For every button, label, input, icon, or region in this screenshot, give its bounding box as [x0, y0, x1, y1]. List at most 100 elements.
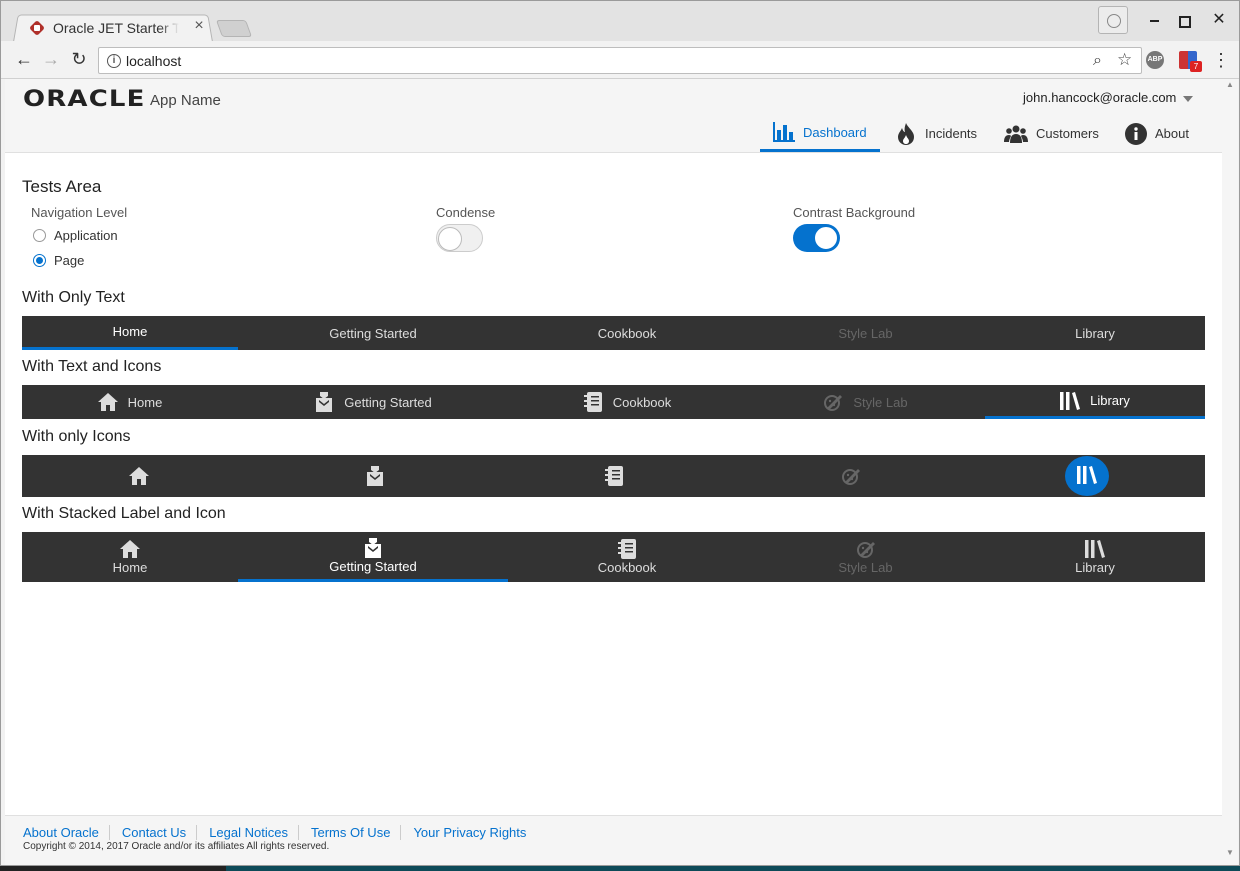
getting-started-icon: [365, 466, 385, 486]
nav-item-home[interactable]: Home: [22, 316, 238, 350]
scroll-down-arrow-icon[interactable]: ▼: [1226, 848, 1234, 857]
footer-link-contact-us[interactable]: Contact Us: [122, 825, 198, 840]
app-header: ORACLE App Name john.hancock@oracle.com …: [5, 79, 1222, 153]
reload-icon[interactable]: ↻: [69, 49, 89, 69]
nav-item-home[interactable]: Home: [22, 532, 238, 582]
bar-chart-icon: [773, 121, 795, 143]
nav-item-label: Home: [127, 394, 163, 410]
section-title-icons-only: With only Icons: [22, 428, 131, 445]
minimize-button[interactable]: [1139, 7, 1169, 33]
nav-item-label: Library: [1090, 393, 1130, 408]
nav-item-home[interactable]: [22, 455, 255, 497]
nav-item-label: Getting Started: [329, 325, 417, 341]
nav-item-label: Cookbook: [612, 394, 672, 410]
section-title-text-only: With Only Text: [22, 289, 125, 306]
radio-application[interactable]: Application: [33, 228, 118, 243]
zoom-icon[interactable]: ⌕: [1093, 52, 1102, 70]
radio-button[interactable]: [33, 229, 46, 242]
condense-label: Condense: [436, 205, 496, 220]
nav-item-getting-started[interactable]: Getting Started: [238, 532, 508, 582]
app-nav-dashboard[interactable]: Dashboard: [760, 115, 880, 152]
maximize-button[interactable]: [1169, 7, 1199, 33]
nav-item-style-lab: Style Lab: [746, 316, 985, 350]
footer-link-about-oracle[interactable]: About Oracle: [23, 825, 110, 840]
footer-link-privacy-rights[interactable]: Your Privacy Rights: [413, 825, 536, 840]
browser-menu-icon[interactable]: ⋮: [1212, 49, 1230, 71]
profile-button[interactable]: [1098, 6, 1128, 34]
nav-item-cookbook[interactable]: Cookbook: [508, 532, 746, 582]
radio-page[interactable]: Page: [33, 253, 84, 268]
app-nav-customers[interactable]: Customers: [1004, 115, 1099, 152]
nav-item-library[interactable]: [969, 455, 1205, 497]
contrast-background-label: Contrast Background: [793, 205, 916, 220]
style-lab-icon: [823, 392, 843, 412]
switch-knob: [814, 226, 838, 250]
switch-knob: [438, 227, 462, 251]
back-arrow-icon[interactable]: ←: [14, 49, 34, 69]
app-nav-label: Dashboard: [803, 124, 867, 140]
radio-button[interactable]: [33, 254, 46, 267]
library-icon: [1060, 391, 1081, 411]
footer-link-terms-of-use[interactable]: Terms Of Use: [311, 825, 402, 840]
nav-item-getting-started[interactable]: Getting Started: [238, 385, 508, 419]
nav-item-home[interactable]: Home: [22, 385, 238, 419]
navbar-icons-only: [22, 455, 1205, 497]
tests-area-title: Tests Area: [22, 177, 102, 196]
library-icon: [1077, 465, 1097, 487]
nav-item-cookbook[interactable]: Cookbook: [508, 385, 746, 419]
address-bar[interactable]: i localhost ⌕ ☆: [98, 47, 1142, 74]
info-icon: [1125, 122, 1147, 145]
scroll-up-arrow-icon[interactable]: ▲: [1226, 80, 1234, 89]
nav-item-style-lab: [733, 455, 969, 497]
navbar-text-icons: Home Getting Started Cookbook Style Lab …: [22, 385, 1205, 419]
cookbook-icon: [617, 539, 637, 559]
app-name: App Name: [150, 92, 221, 109]
oracle-jet-favicon-icon: [29, 20, 45, 36]
nav-item-getting-started[interactable]: [255, 455, 495, 497]
library-selected-circle[interactable]: [1065, 456, 1109, 496]
tab-title: Oracle JET Starter Template: [53, 20, 179, 36]
tab-strip: Oracle JET Starter Template × ✕: [1, 1, 1239, 43]
app-nav-about[interactable]: About: [1125, 115, 1189, 152]
nav-item-label: Cookbook: [597, 560, 657, 575]
cookbook-icon: [583, 392, 603, 412]
nav-item-label: Library: [1075, 325, 1115, 341]
cookbook-icon: [604, 466, 624, 486]
nav-item-library[interactable]: Library: [985, 532, 1205, 582]
nav-item-cookbook[interactable]: Cookbook: [508, 316, 746, 350]
user-menu[interactable]: john.hancock@oracle.com: [1023, 90, 1176, 105]
nav-item-library[interactable]: Library: [985, 385, 1205, 419]
navbar-text-only: Home Getting Started Cookbook Style Lab …: [22, 316, 1205, 350]
nav-item-label: Getting Started: [329, 558, 417, 574]
nav-item-label: Home: [112, 324, 148, 339]
user-menu-caret-icon[interactable]: [1183, 96, 1193, 102]
style-lab-icon: [856, 539, 876, 559]
nav-item-label: Library: [1075, 560, 1115, 575]
adblock-extension-icon[interactable]: ABP: [1146, 51, 1164, 69]
site-info-icon[interactable]: i: [107, 54, 121, 68]
contrast-background-switch[interactable]: [793, 224, 840, 252]
bookmark-star-icon[interactable]: ☆: [1117, 50, 1132, 70]
nav-item-cookbook[interactable]: [495, 455, 733, 497]
navigation-level-label: Navigation Level: [31, 205, 128, 220]
radio-label: Page: [54, 253, 85, 268]
app-nav-label: Customers: [1036, 126, 1099, 141]
url-text[interactable]: localhost: [126, 53, 181, 69]
tab-close-icon[interactable]: ×: [191, 18, 207, 34]
forward-arrow-icon[interactable]: →: [41, 49, 61, 69]
app-nav: Dashboard Incidents Customers About: [5, 115, 1222, 153]
section-title-stacked: With Stacked Label and Icon: [22, 505, 226, 522]
footer-link-legal-notices[interactable]: Legal Notices: [209, 825, 299, 840]
page-scrollbar[interactable]: [1222, 79, 1238, 865]
close-window-button[interactable]: ✕: [1204, 7, 1234, 33]
app-nav-incidents[interactable]: Incidents: [895, 115, 977, 152]
condense-switch[interactable]: [436, 224, 483, 252]
nav-item-label: Style Lab: [838, 325, 893, 341]
new-tab-button[interactable]: [215, 20, 253, 37]
nav-item-getting-started[interactable]: Getting Started: [238, 316, 508, 350]
navbar-stacked: Home Getting Started Cookbook Style Lab …: [22, 532, 1205, 582]
nav-item-library[interactable]: Library: [985, 316, 1205, 350]
section-title-text-icons: With Text and Icons: [22, 358, 162, 375]
nav-item-style-lab: Style Lab: [746, 532, 985, 582]
nav-item-label: Getting Started: [344, 394, 432, 410]
